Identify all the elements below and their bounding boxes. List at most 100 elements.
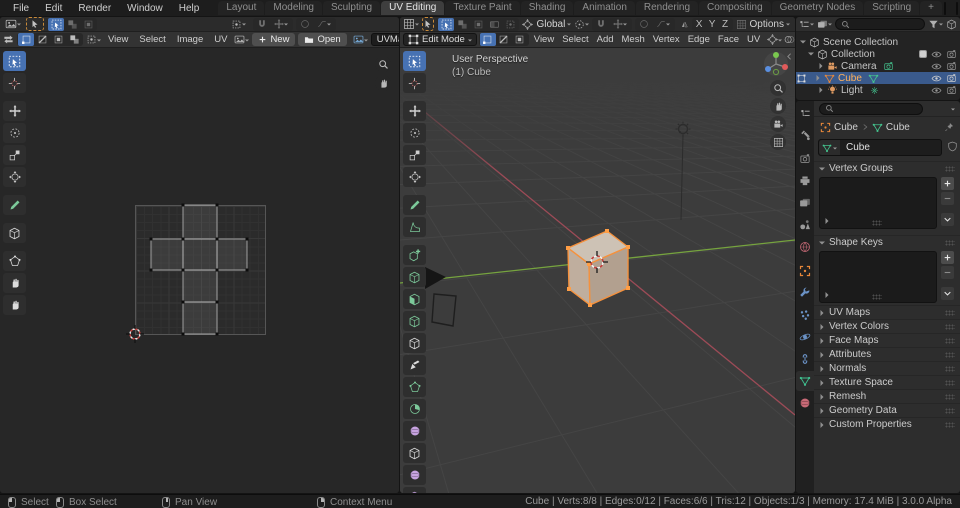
v3d-menu-uv[interactable]: UV [744,34,763,45]
panel-texture-space[interactable]: Texture Space [814,375,960,389]
tool-transform[interactable] [3,167,26,187]
tab-output[interactable] [796,171,814,191]
uv-proportional-toggle[interactable] [297,18,313,31]
tool-cursor[interactable] [403,73,426,93]
tab-object[interactable] [796,261,814,281]
tool-poly-build[interactable] [403,377,426,397]
hide-eye-icon[interactable] [931,85,942,96]
proportional-toggle[interactable] [636,18,652,31]
workspace-tab-uv-editing[interactable]: UV Editing [381,1,444,15]
orientation-icon-button[interactable] [522,18,533,31]
render-visibility-icon[interactable] [946,49,957,60]
tool-scale[interactable] [3,145,26,165]
hide-eye-icon[interactable] [931,61,942,72]
render-visibility-icon[interactable] [946,73,957,84]
add-vertex-group-button[interactable] [941,177,954,190]
tab-tool[interactable] [796,125,814,145]
workspace-tab-sculpting[interactable]: Sculpting [323,1,380,15]
panel-attributes[interactable]: Attributes [814,347,960,361]
vertex-groups-list[interactable] [819,177,937,229]
menu-help[interactable]: Help [172,2,207,15]
shape-keys-list[interactable] [819,251,937,303]
uv-pivot-button[interactable] [226,18,250,31]
uv-active-tool-button[interactable] [26,17,44,31]
mirror-y-toggle[interactable]: Y [706,18,719,31]
uv-sync-select-toggle[interactable] [3,33,14,46]
mirror-x-toggle[interactable]: X [693,18,706,31]
view-layer-browse-button[interactable] [957,3,958,14]
outliner-display-mode-button[interactable] [799,19,814,30]
tool-options-dropdown[interactable]: Options [750,19,790,30]
breadcrumb-object[interactable]: Cube [834,122,858,133]
add-workspace-button[interactable]: + [920,1,942,15]
snap-toggle[interactable] [593,18,609,31]
tool-annotate[interactable] [403,195,426,215]
tool-move[interactable] [403,101,426,121]
v3d-select-intersect-button[interactable] [502,18,518,31]
panel-uv-maps[interactable]: UV Maps [814,305,960,319]
fake-user-button[interactable] [947,141,958,152]
tool-transform[interactable] [403,167,426,187]
mode-dropdown[interactable]: Edit Mode [403,33,477,46]
v3d-menu-view[interactable]: View [531,34,557,45]
v3d-menu-select[interactable]: Select [559,34,591,45]
new-collection-icon[interactable] [946,19,957,30]
v3d-ortho-toggle-icon[interactable] [770,134,786,150]
transform-orientation-dropdown[interactable]: Global [536,19,571,30]
collapse-region-icon[interactable] [785,52,794,61]
tool-measure[interactable] [403,217,426,237]
tool-relax[interactable] [3,273,26,293]
v3d-menu-edge[interactable]: Edge [685,34,713,45]
uv-menu-uv[interactable]: UV [210,34,231,45]
properties-search-input[interactable] [819,103,923,115]
workspace-tab-animation[interactable]: Animation [574,1,634,15]
uv-select-mode-edge[interactable] [34,33,50,46]
v3d-select-invert-button[interactable] [486,18,502,31]
vertex-group-specials-button[interactable] [941,213,954,226]
open-image-button[interactable]: Open [298,33,346,46]
tool-select-box[interactable] [3,51,26,71]
outliner-filter-button[interactable] [928,19,943,30]
tool-smooth[interactable] [403,421,426,441]
v3d-menu-add[interactable]: Add [594,34,617,45]
tab-modifiers[interactable] [796,283,814,303]
pivot-point-button[interactable] [574,18,589,31]
panel-shape-keys[interactable]: Shape Keys [814,235,960,249]
uv-menu-select[interactable]: Select [135,34,169,45]
show-gizmo-button[interactable] [767,34,782,45]
breadcrumb-data[interactable]: Cube [886,122,910,133]
tool-bevel[interactable] [403,311,426,331]
workspace-tab-compositing[interactable]: Compositing [699,1,771,15]
mesh-select-mode-vertex[interactable] [480,33,496,46]
uv-menu-image[interactable]: Image [173,34,207,45]
panel-vertex-colors[interactable]: Vertex Colors [814,319,960,333]
uv-browse-image-button[interactable] [234,33,249,46]
render-visibility-icon[interactable] [946,61,957,72]
tool-pinch[interactable] [3,295,26,315]
uv-snap-target-button[interactable] [270,18,292,31]
panel-vertex-groups[interactable]: Vertex Groups [814,161,960,175]
tab-scene[interactable] [796,215,814,235]
panel-remesh[interactable]: Remesh [814,389,960,403]
remove-shape-key-button[interactable] [941,266,954,279]
uv-menu-view[interactable]: View [104,34,132,45]
v3d-menu-mesh[interactable]: Mesh [619,34,648,45]
workspace-tab-scripting[interactable]: Scripting [864,1,919,15]
tool-shear[interactable] [403,487,426,493]
v3d-select-subtract-button[interactable] [470,18,486,31]
viewport-canvas[interactable]: User Perspective (1) Cube [400,48,795,493]
workspace-tab-modeling[interactable]: Modeling [265,1,322,15]
tool-scale[interactable] [403,145,426,165]
uv-falloff-button[interactable] [313,18,335,31]
tool-shrink-fatten[interactable] [403,465,426,485]
mesh-select-mode-face[interactable] [512,33,528,46]
falloff-button[interactable] [652,18,674,31]
tab-world[interactable] [796,237,814,257]
scene-browse-button[interactable] [945,3,946,14]
tool-inset-faces[interactable] [403,289,426,309]
v3d-camera-view-icon[interactable] [770,116,786,132]
tool-knife[interactable] [403,355,426,375]
tool-annotate[interactable] [3,195,26,215]
tool-extrude-region[interactable] [403,267,426,287]
hide-eye-icon[interactable] [931,49,942,60]
